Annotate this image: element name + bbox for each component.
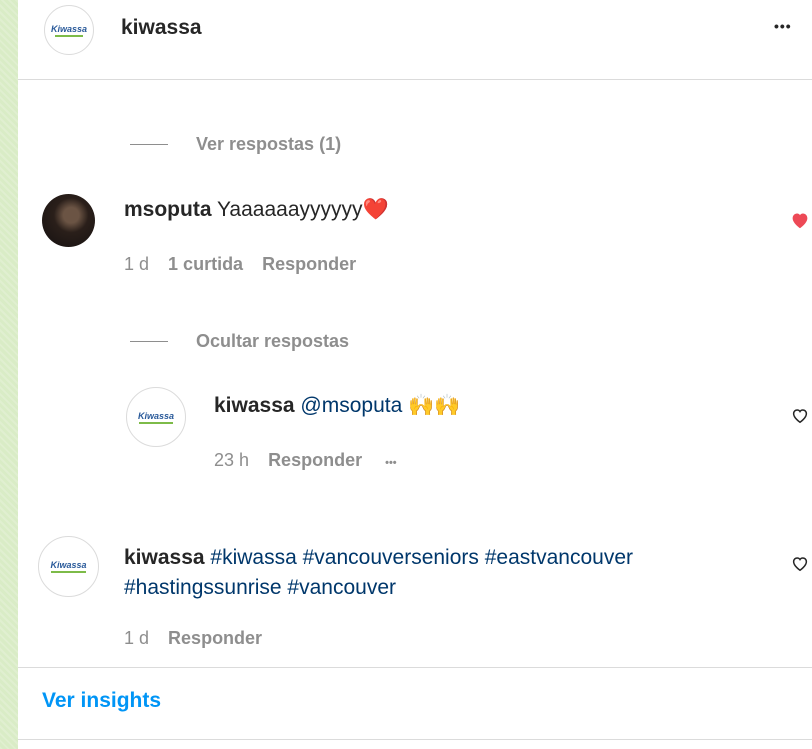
reply-avatar[interactable]: Kiwassa bbox=[126, 387, 186, 447]
raising-hands-emoji: 🙌🙌 bbox=[408, 394, 461, 417]
header-username[interactable]: kiwassa bbox=[121, 16, 202, 40]
avatar-logo-underline bbox=[50, 571, 87, 573]
avatar-logo-text: Kiwassa bbox=[50, 23, 88, 34]
msoputa-avatar[interactable] bbox=[42, 194, 95, 247]
red-heart-emoji: ❤️ bbox=[362, 198, 389, 221]
caption-time: 1 d bbox=[124, 628, 150, 648]
reply-button[interactable]: Responder bbox=[168, 628, 262, 648]
background-strip bbox=[0, 0, 18, 749]
comments-panel: Kiwassa kiwassa ••• Ver respostas (1) ms… bbox=[18, 0, 812, 749]
reply-button[interactable]: Responder bbox=[268, 450, 362, 470]
reply-meta: 23 h Responder ••• bbox=[214, 450, 397, 471]
view-replies-button[interactable]: Ver respostas (1) bbox=[196, 134, 341, 155]
caption-username[interactable]: kiwassa bbox=[124, 546, 205, 569]
avatar-logo-underline bbox=[138, 421, 174, 424]
avatar-logo-text: Kiwassa bbox=[137, 410, 175, 421]
comment-meta: 1 d 1 curtida Responder bbox=[124, 254, 356, 275]
caption-meta: 1 d Responder bbox=[124, 628, 262, 649]
avatar-logo-underline bbox=[54, 34, 84, 37]
view-insights-link[interactable]: Ver insights bbox=[42, 689, 161, 713]
footer-divider bbox=[18, 667, 812, 668]
like-heart-icon[interactable] bbox=[791, 407, 809, 424]
more-options-icon[interactable]: ••• bbox=[774, 18, 792, 34]
comment-text: Yaaaaaayyyyyy bbox=[216, 198, 363, 221]
like-heart-icon[interactable] bbox=[791, 555, 809, 572]
comment-body: msoputa Yaaaaaayyyyyy❤️ bbox=[124, 198, 389, 222]
replies-divider bbox=[130, 341, 168, 342]
replies-divider bbox=[130, 144, 168, 145]
avatar-logo-text: Kiwassa bbox=[50, 560, 87, 570]
header-avatar[interactable]: Kiwassa bbox=[44, 5, 94, 55]
comment-likes[interactable]: 1 curtida bbox=[168, 254, 243, 274]
reply-time: 23 h bbox=[214, 450, 250, 470]
caption-body: kiwassa #kiwassa #vancouverseniors #east… bbox=[124, 543, 633, 603]
hashtags-line-1[interactable]: #kiwassa #vancouverseniors #eastvancouve… bbox=[210, 546, 633, 569]
hashtags-line-2[interactable]: #hastingssunrise #vancouver bbox=[124, 576, 396, 599]
liked-heart-icon[interactable] bbox=[790, 211, 810, 229]
reply-username[interactable]: kiwassa bbox=[214, 394, 295, 417]
comment-time: 1 d bbox=[124, 254, 150, 274]
caption-avatar[interactable]: Kiwassa bbox=[38, 536, 99, 597]
footer-divider bbox=[18, 739, 812, 740]
post-header: Kiwassa kiwassa ••• bbox=[18, 0, 812, 80]
reply-more-icon[interactable]: ••• bbox=[385, 457, 397, 469]
mention-link[interactable]: @msoputa bbox=[300, 394, 402, 417]
hide-replies-button[interactable]: Ocultar respostas bbox=[196, 331, 349, 352]
reply-button[interactable]: Responder bbox=[262, 254, 356, 274]
comment-username[interactable]: msoputa bbox=[124, 198, 212, 221]
reply-body: kiwassa @msoputa 🙌🙌 bbox=[214, 394, 460, 418]
